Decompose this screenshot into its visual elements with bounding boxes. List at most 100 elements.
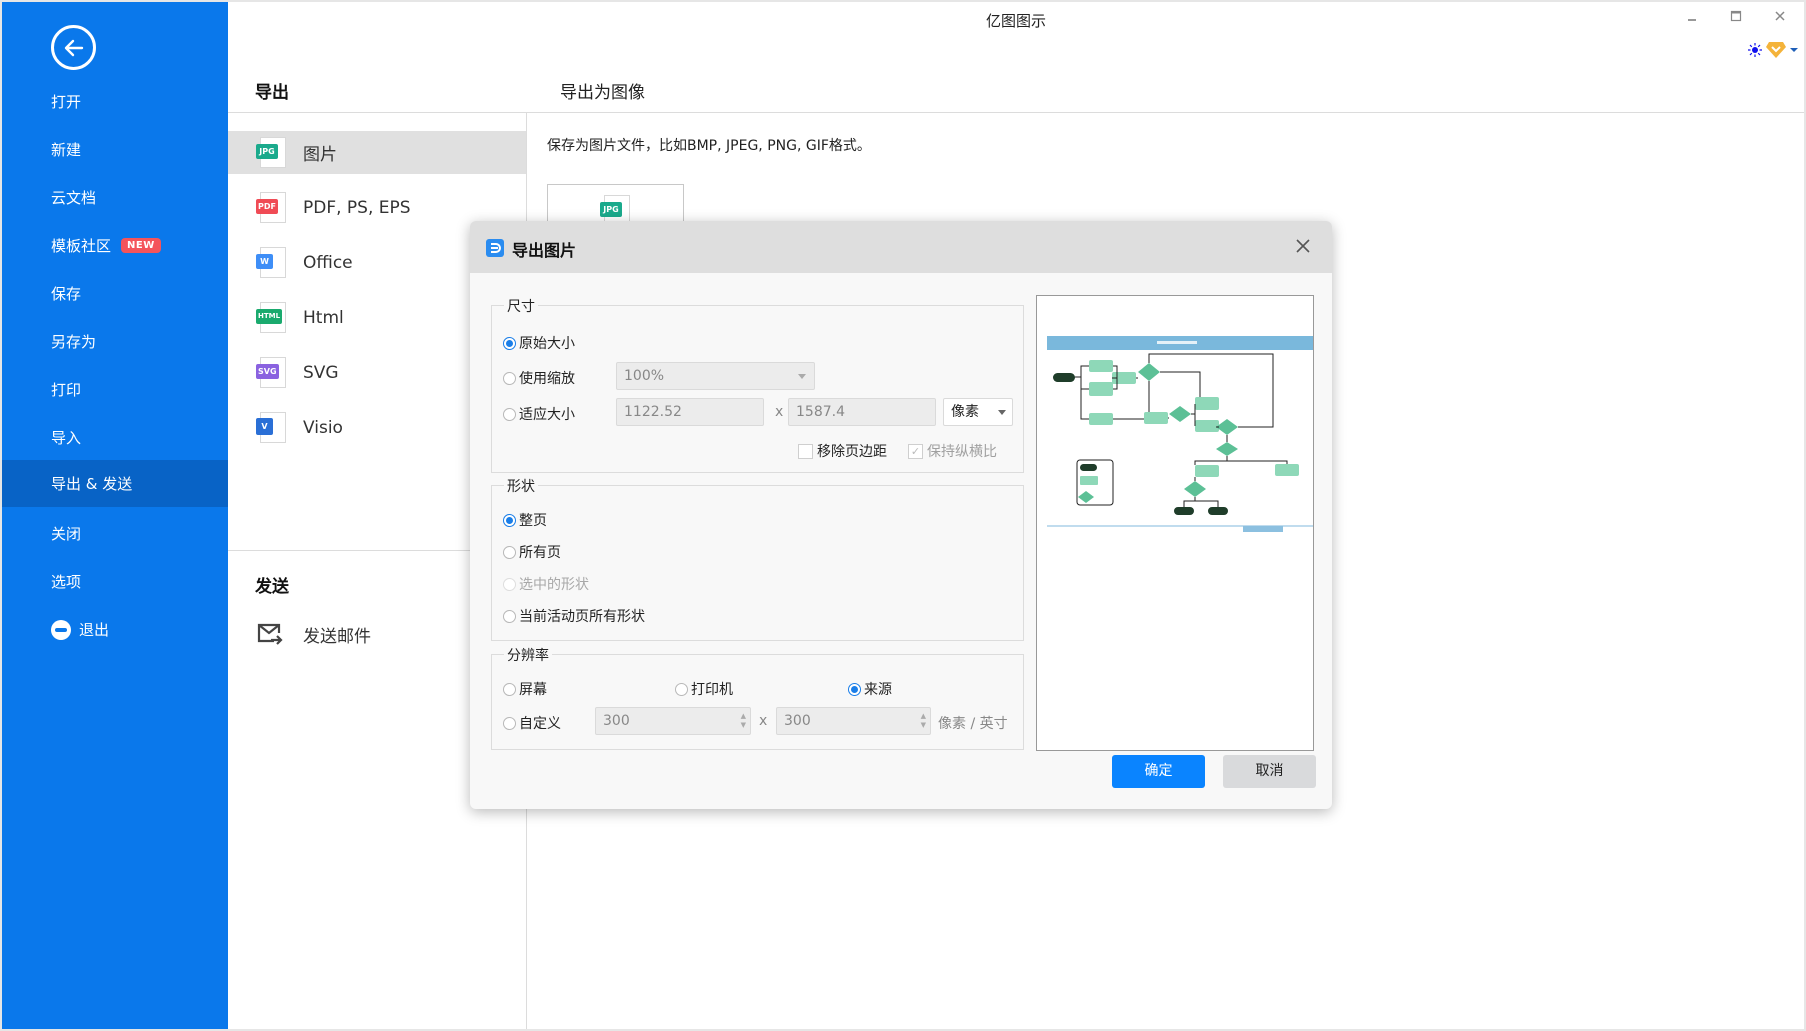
sidebar-item-export-send[interactable]: 导出 & 发送	[2, 460, 228, 507]
send-section-title: 发送	[255, 577, 289, 597]
printer-radio[interactable]: 打印机	[675, 679, 733, 699]
vip-diamond-icon[interactable]	[1766, 42, 1786, 58]
selected-shapes-radio: 选中的形状	[503, 574, 589, 594]
dialog-close-button[interactable]	[1292, 235, 1314, 257]
ok-button[interactable]: 确定	[1112, 755, 1205, 788]
sidebar-item-label: 退出	[79, 621, 110, 639]
preview-terminal	[1080, 464, 1097, 471]
preview-node	[1089, 382, 1113, 396]
preview-node	[1195, 397, 1219, 410]
sidebar-item-label: 打印	[51, 381, 82, 399]
mail-send-icon	[257, 623, 283, 645]
chevron-down-icon	[798, 374, 806, 379]
send-email-label: 发送邮件	[303, 626, 371, 647]
close-window-button[interactable]	[1768, 8, 1792, 28]
sidebar-item-label: 另存为	[51, 333, 97, 351]
times-separator: x	[775, 404, 784, 420]
sidebar-item-label: 云文档	[51, 189, 97, 207]
html-file-icon: HTML	[256, 301, 286, 334]
close-icon	[1775, 11, 1785, 21]
sidebar-item-open[interactable]: 打开	[2, 78, 228, 125]
preview-node	[1195, 420, 1219, 432]
svg-file-icon: SVG	[256, 356, 286, 389]
preview-decision	[1216, 442, 1238, 456]
arrow-left-icon	[64, 39, 83, 56]
preview-decision	[1078, 491, 1094, 503]
sidebar-item-print[interactable]: 打印	[2, 366, 228, 413]
format-label: Visio	[303, 417, 343, 438]
preview-decision	[1216, 419, 1238, 435]
sidebar-item-options[interactable]: 选项	[2, 558, 228, 605]
cancel-button[interactable]: 取消	[1223, 755, 1316, 788]
spinner-arrows-icon: ▲ ▼	[920, 712, 926, 729]
height-input[interactable]: 1587.4	[788, 398, 936, 426]
dpi-y-input[interactable]: 300 ▲ ▼	[776, 707, 931, 735]
original-size-radio[interactable]: 原始大小	[503, 333, 575, 353]
preview-terminal	[1174, 507, 1194, 515]
sidebar-item-label: 保存	[51, 285, 82, 303]
sidebar-item-template-community[interactable]: 模板社区 NEW	[2, 222, 228, 269]
preview-decision	[1138, 363, 1160, 381]
dialog-header: 导出图片	[470, 221, 1332, 273]
preview-decision	[1169, 406, 1191, 422]
preview-node	[1089, 360, 1113, 372]
use-scale-radio[interactable]: 使用缩放	[503, 368, 575, 388]
sidebar-item-close[interactable]: 关闭	[2, 510, 228, 557]
dpi-unit-label: 像素 / 英寸	[938, 716, 1008, 732]
new-badge: NEW	[121, 238, 161, 253]
source-radio[interactable]: 来源	[848, 679, 892, 699]
export-section-title: 导出	[255, 83, 289, 103]
visio-file-icon: V	[256, 411, 286, 444]
remove-margin-checkbox[interactable]: 移除页边距	[798, 441, 887, 461]
sidebar-item-label: 导入	[51, 429, 82, 447]
toolbar-extras	[1748, 42, 1798, 58]
spinner-arrows-icon: ▲ ▼	[740, 712, 746, 729]
shape-fieldset: 形状 整页 所有页 选中的形状 当前活动页所有形状	[491, 476, 1024, 641]
back-button[interactable]	[51, 25, 96, 70]
dialog-title: 导出图片	[512, 241, 577, 260]
sidebar-item-new[interactable]: 新建	[2, 126, 228, 173]
flowchart-preview-image	[1047, 336, 1313, 532]
sidebar-item-label: 新建	[51, 141, 82, 159]
word-file-icon: W	[256, 246, 286, 279]
maximize-icon	[1730, 10, 1742, 22]
sidebar-item-label: 关闭	[51, 525, 82, 543]
keep-ratio-checkbox[interactable]: ✓ 保持纵横比	[908, 441, 997, 461]
sidebar-item-cloud-docs[interactable]: 云文档	[2, 174, 228, 221]
format-item-image[interactable]: JPG 图片	[228, 131, 526, 174]
scale-select[interactable]: 100%	[616, 362, 815, 390]
chevron-down-icon[interactable]	[1790, 47, 1798, 53]
size-fieldset: 尺寸 原始大小 使用缩放 100% 适应大小 1122.52 x 1587.4 …	[491, 296, 1024, 473]
app-window: 打开 新建 云文档 模板社区 NEW 保存 另存为 打印 导入 导出 & 发送 关…	[2, 2, 1804, 1029]
current-page-shapes-radio[interactable]: 当前活动页所有形状	[503, 606, 645, 626]
all-pages-radio[interactable]: 所有页	[503, 542, 561, 562]
fit-size-radio[interactable]: 适应大小	[503, 404, 575, 424]
sidebar-item-import[interactable]: 导入	[2, 414, 228, 461]
sidebar-item-label: 导出 & 发送	[51, 475, 133, 493]
format-description: 保存为图片文件，比如BMP, JPEG, PNG, GIF格式。	[547, 138, 871, 154]
maximize-button[interactable]	[1724, 8, 1748, 28]
width-input[interactable]: 1122.52	[616, 398, 764, 426]
app-logo-icon	[486, 239, 504, 257]
jpg-file-icon: JPG	[256, 136, 286, 169]
header-divider	[228, 112, 1804, 113]
pdf-file-icon: PDF	[256, 191, 286, 224]
format-label: SVG	[303, 362, 339, 383]
format-label: PDF, PS, EPS	[303, 197, 411, 218]
minimize-button[interactable]	[1680, 8, 1704, 28]
preview-node	[1275, 464, 1299, 476]
custom-radio[interactable]: 自定义	[503, 713, 561, 733]
sidebar-item-save[interactable]: 保存	[2, 270, 228, 317]
unit-select[interactable]: 像素	[943, 398, 1013, 426]
sidebar-item-exit[interactable]: 退出	[2, 606, 228, 653]
sidebar-item-save-as[interactable]: 另存为	[2, 318, 228, 365]
whole-page-radio[interactable]: 整页	[503, 510, 547, 530]
export-preview	[1036, 295, 1314, 751]
dpi-x-input[interactable]: 300 ▲ ▼	[595, 707, 751, 735]
resolution-legend: 分辨率	[504, 645, 552, 665]
format-label: Office	[303, 252, 353, 273]
sidebar-item-label: 打开	[51, 93, 82, 111]
sun-icon[interactable]	[1748, 43, 1762, 57]
export-image-dialog: 导出图片 尺寸 原始大小 使用缩放 100% 适应大小 1122.52 x 15…	[470, 221, 1332, 809]
screen-radio[interactable]: 屏幕	[503, 679, 547, 699]
